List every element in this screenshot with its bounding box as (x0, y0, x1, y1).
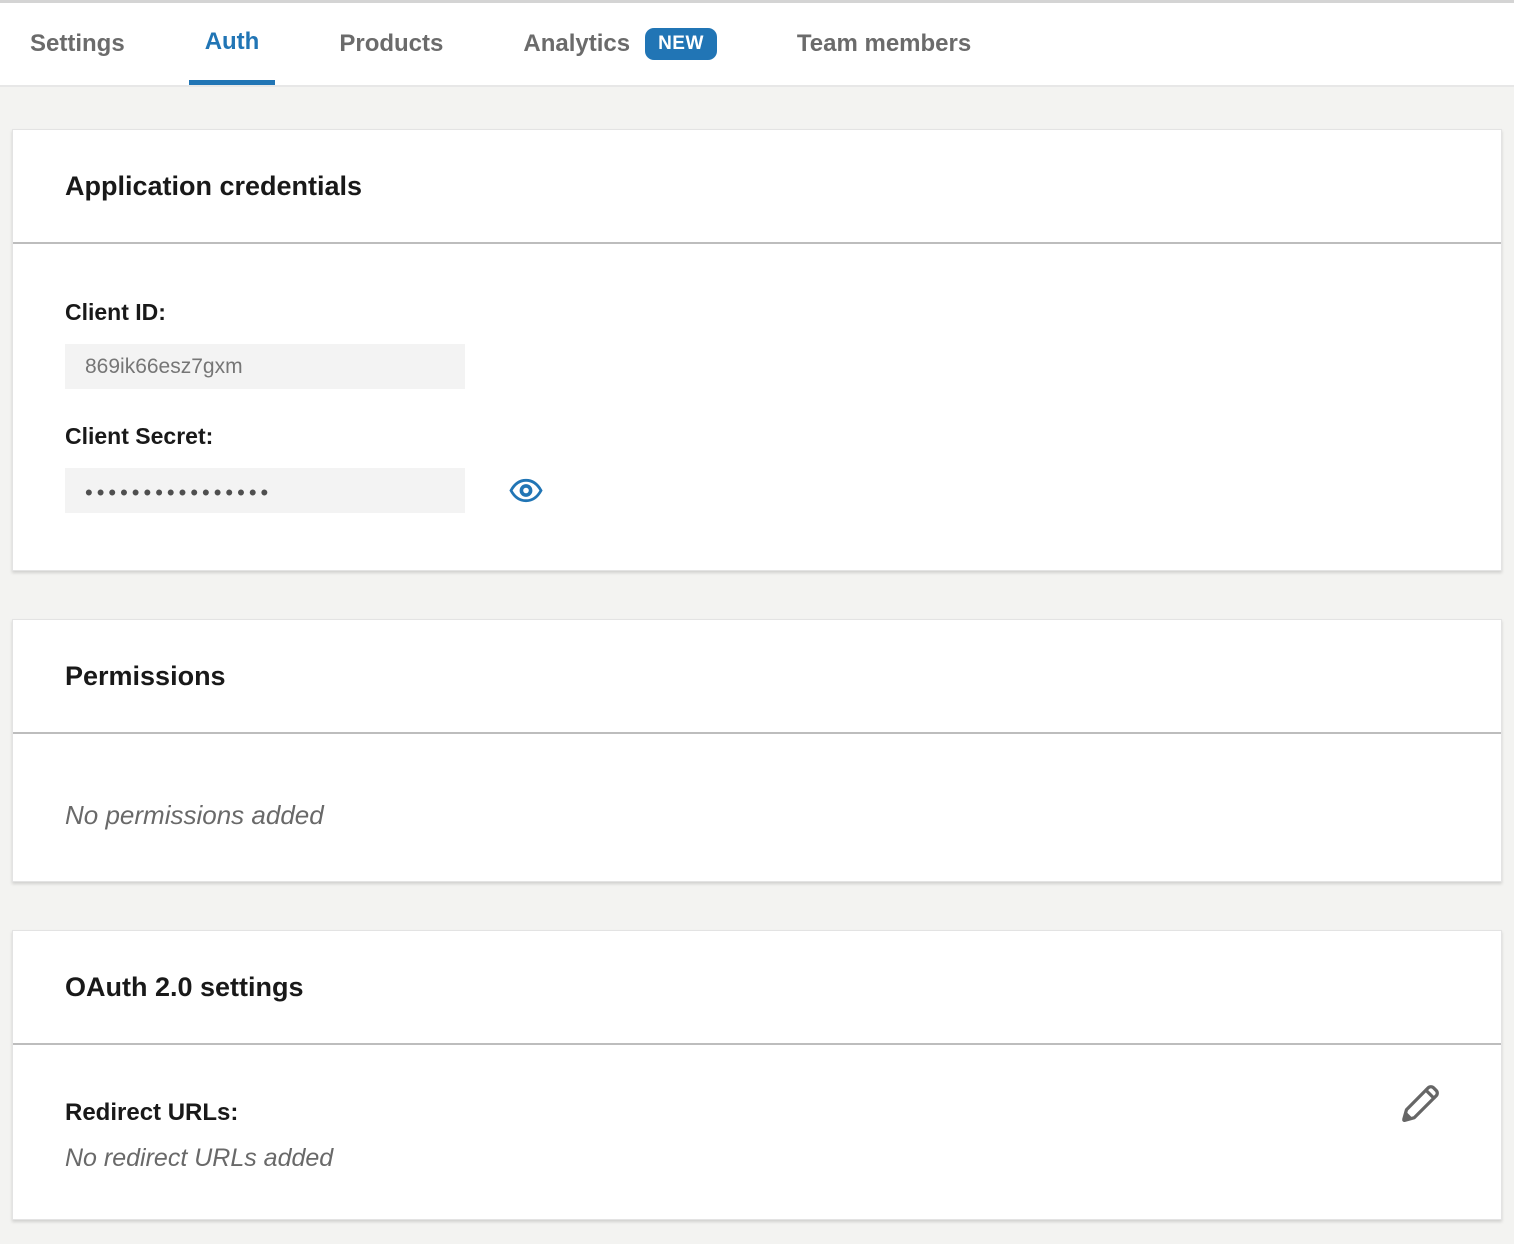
oauth-settings-header: OAuth 2.0 settings (13, 931, 1501, 1045)
pencil-icon (1399, 1113, 1441, 1128)
application-credentials-title: Application credentials (65, 171, 362, 202)
application-credentials-body: Client ID: Client Secret: (13, 244, 1501, 570)
tab-auth-label: Auth (205, 28, 260, 56)
new-badge: NEW (645, 28, 717, 60)
client-secret-label: Client Secret: (65, 423, 1449, 450)
oauth-settings-card: OAuth 2.0 settings Redirect URLs: No red… (12, 930, 1502, 1220)
redirect-urls-label: Redirect URLs: (65, 1099, 333, 1127)
tab-auth[interactable]: Auth (189, 3, 276, 85)
tab-analytics-label: Analytics (523, 30, 630, 58)
tab-products-label: Products (339, 30, 443, 58)
tab-bar: Settings Auth Products Analytics NEW Tea… (0, 0, 1514, 87)
tab-team-members[interactable]: Team members (797, 3, 971, 85)
eye-icon (509, 492, 543, 507)
application-credentials-header: Application credentials (13, 130, 1501, 244)
oauth-settings-title: OAuth 2.0 settings (65, 972, 304, 1003)
application-credentials-card: Application credentials Client ID: Clien… (12, 129, 1502, 571)
permissions-body: No permissions added (13, 734, 1501, 881)
page-content: Application credentials Client ID: Clien… (0, 87, 1514, 1237)
reveal-secret-button[interactable] (509, 477, 543, 504)
client-secret-input[interactable] (65, 468, 465, 513)
permissions-empty-text: No permissions added (65, 800, 324, 830)
tab-analytics[interactable]: Analytics NEW (523, 3, 717, 85)
permissions-header: Permissions (13, 620, 1501, 734)
permissions-title: Permissions (65, 661, 226, 692)
edit-redirect-urls-button[interactable] (1399, 1083, 1441, 1125)
tab-settings[interactable]: Settings (30, 3, 125, 85)
tab-team-members-label: Team members (797, 30, 971, 58)
permissions-card: Permissions No permissions added (12, 619, 1502, 882)
tab-products[interactable]: Products (339, 3, 443, 85)
redirect-urls-empty-text: No redirect URLs added (65, 1144, 333, 1172)
redirect-urls-block: Redirect URLs: No redirect URLs added (65, 1099, 333, 1173)
tab-settings-label: Settings (30, 30, 125, 58)
client-secret-row (65, 468, 1449, 513)
client-id-input[interactable] (65, 344, 465, 389)
oauth-settings-body: Redirect URLs: No redirect URLs added (13, 1045, 1501, 1219)
client-id-label: Client ID: (65, 299, 1449, 326)
